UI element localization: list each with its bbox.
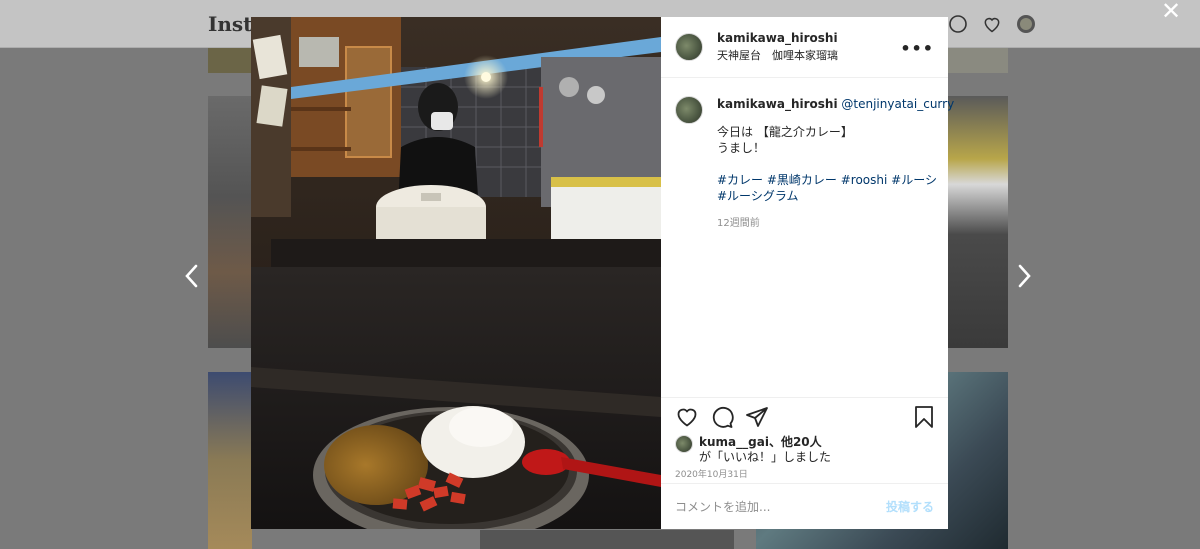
- caption-author-avatar[interactable]: [675, 96, 703, 124]
- bookmark-icon[interactable]: [912, 405, 936, 429]
- post-details-panel: kamikawa_hiroshi 天神屋台 伽哩本家瑠璃 ••• kamikaw…: [661, 17, 954, 529]
- more-options-icon[interactable]: •••: [900, 39, 934, 58]
- compass-icon: [948, 14, 968, 34]
- caption-section: kamikawa_hiroshi @tenjinyatai_curry 今日は …: [661, 78, 954, 397]
- author-username[interactable]: kamikawa_hiroshi: [717, 31, 838, 45]
- post-modal: kamikawa_hiroshi 天神屋台 伽哩本家瑠璃 ••• kamikaw…: [251, 17, 954, 529]
- post-location[interactable]: 天神屋台 伽哩本家瑠璃: [717, 47, 838, 63]
- background-grid-tile: [948, 48, 1008, 73]
- background-nav-icons: [948, 14, 1036, 34]
- author-info: kamikawa_hiroshi 天神屋台 伽哩本家瑠璃: [717, 31, 838, 63]
- caption-text: 今日は 【龍之介カレー】 うまし！: [717, 124, 954, 156]
- caption-line: 今日は 【龍之介カレー】: [717, 125, 853, 139]
- hashtag-line[interactable]: #ルーシグラム: [717, 188, 954, 204]
- post-header: kamikawa_hiroshi 天神屋台 伽哩本家瑠璃 •••: [661, 17, 948, 78]
- background-grid-tile: [948, 96, 1008, 348]
- caption-relative-time: 12週間前: [717, 218, 760, 229]
- author-avatar[interactable]: [675, 33, 703, 61]
- next-post-arrow-icon[interactable]: [1014, 262, 1034, 290]
- likes-suffix: が「いいね！」しました: [699, 450, 832, 464]
- liker-avatar[interactable]: [675, 435, 693, 453]
- caption-body: kamikawa_hiroshi @tenjinyatai_curry 今日は …: [717, 96, 954, 379]
- previous-post-arrow-icon[interactable]: [182, 262, 202, 290]
- comment-form: 投稿する: [661, 483, 948, 529]
- post-comment-button[interactable]: 投稿する: [886, 498, 934, 515]
- liker-username[interactable]: kuma__gai: [699, 435, 769, 449]
- like-heart-icon[interactable]: [675, 405, 699, 429]
- caption-header: kamikawa_hiroshi @tenjinyatai_curry: [717, 96, 954, 112]
- comment-input[interactable]: [675, 499, 886, 514]
- background-grid-tile: [208, 96, 252, 348]
- heart-icon: [982, 14, 1002, 34]
- likes-others[interactable]: 、他20人: [769, 435, 822, 449]
- action-bar: [661, 397, 948, 435]
- likes-summary: kuma__gai、他20人 が「いいね！」しました: [661, 435, 948, 465]
- post-date: 2020年10月31日: [675, 470, 748, 480]
- likes-text[interactable]: kuma__gai、他20人 が「いいね！」しました: [699, 435, 831, 465]
- hashtag-line[interactable]: #カレー #黒崎カレー #rooshi #ルーシ: [717, 172, 954, 188]
- caption-username[interactable]: kamikawa_hiroshi: [717, 97, 838, 111]
- caption-hashtags: #カレー #黒崎カレー #rooshi #ルーシ #ルーシグラム: [717, 172, 954, 204]
- caption-line: うまし！: [717, 141, 766, 155]
- background-grid-tile: [480, 530, 734, 549]
- caption-mention[interactable]: @tenjinyatai_curry: [841, 97, 954, 111]
- close-button[interactable]: ✕: [1158, 0, 1184, 23]
- background-grid-tile: [208, 372, 252, 549]
- profile-avatar-icon: [1016, 14, 1036, 34]
- post-photo[interactable]: [251, 17, 661, 529]
- share-direct-icon[interactable]: [745, 405, 769, 429]
- comment-bubble-icon[interactable]: [710, 405, 734, 429]
- curry-photo-illustration: [251, 17, 661, 529]
